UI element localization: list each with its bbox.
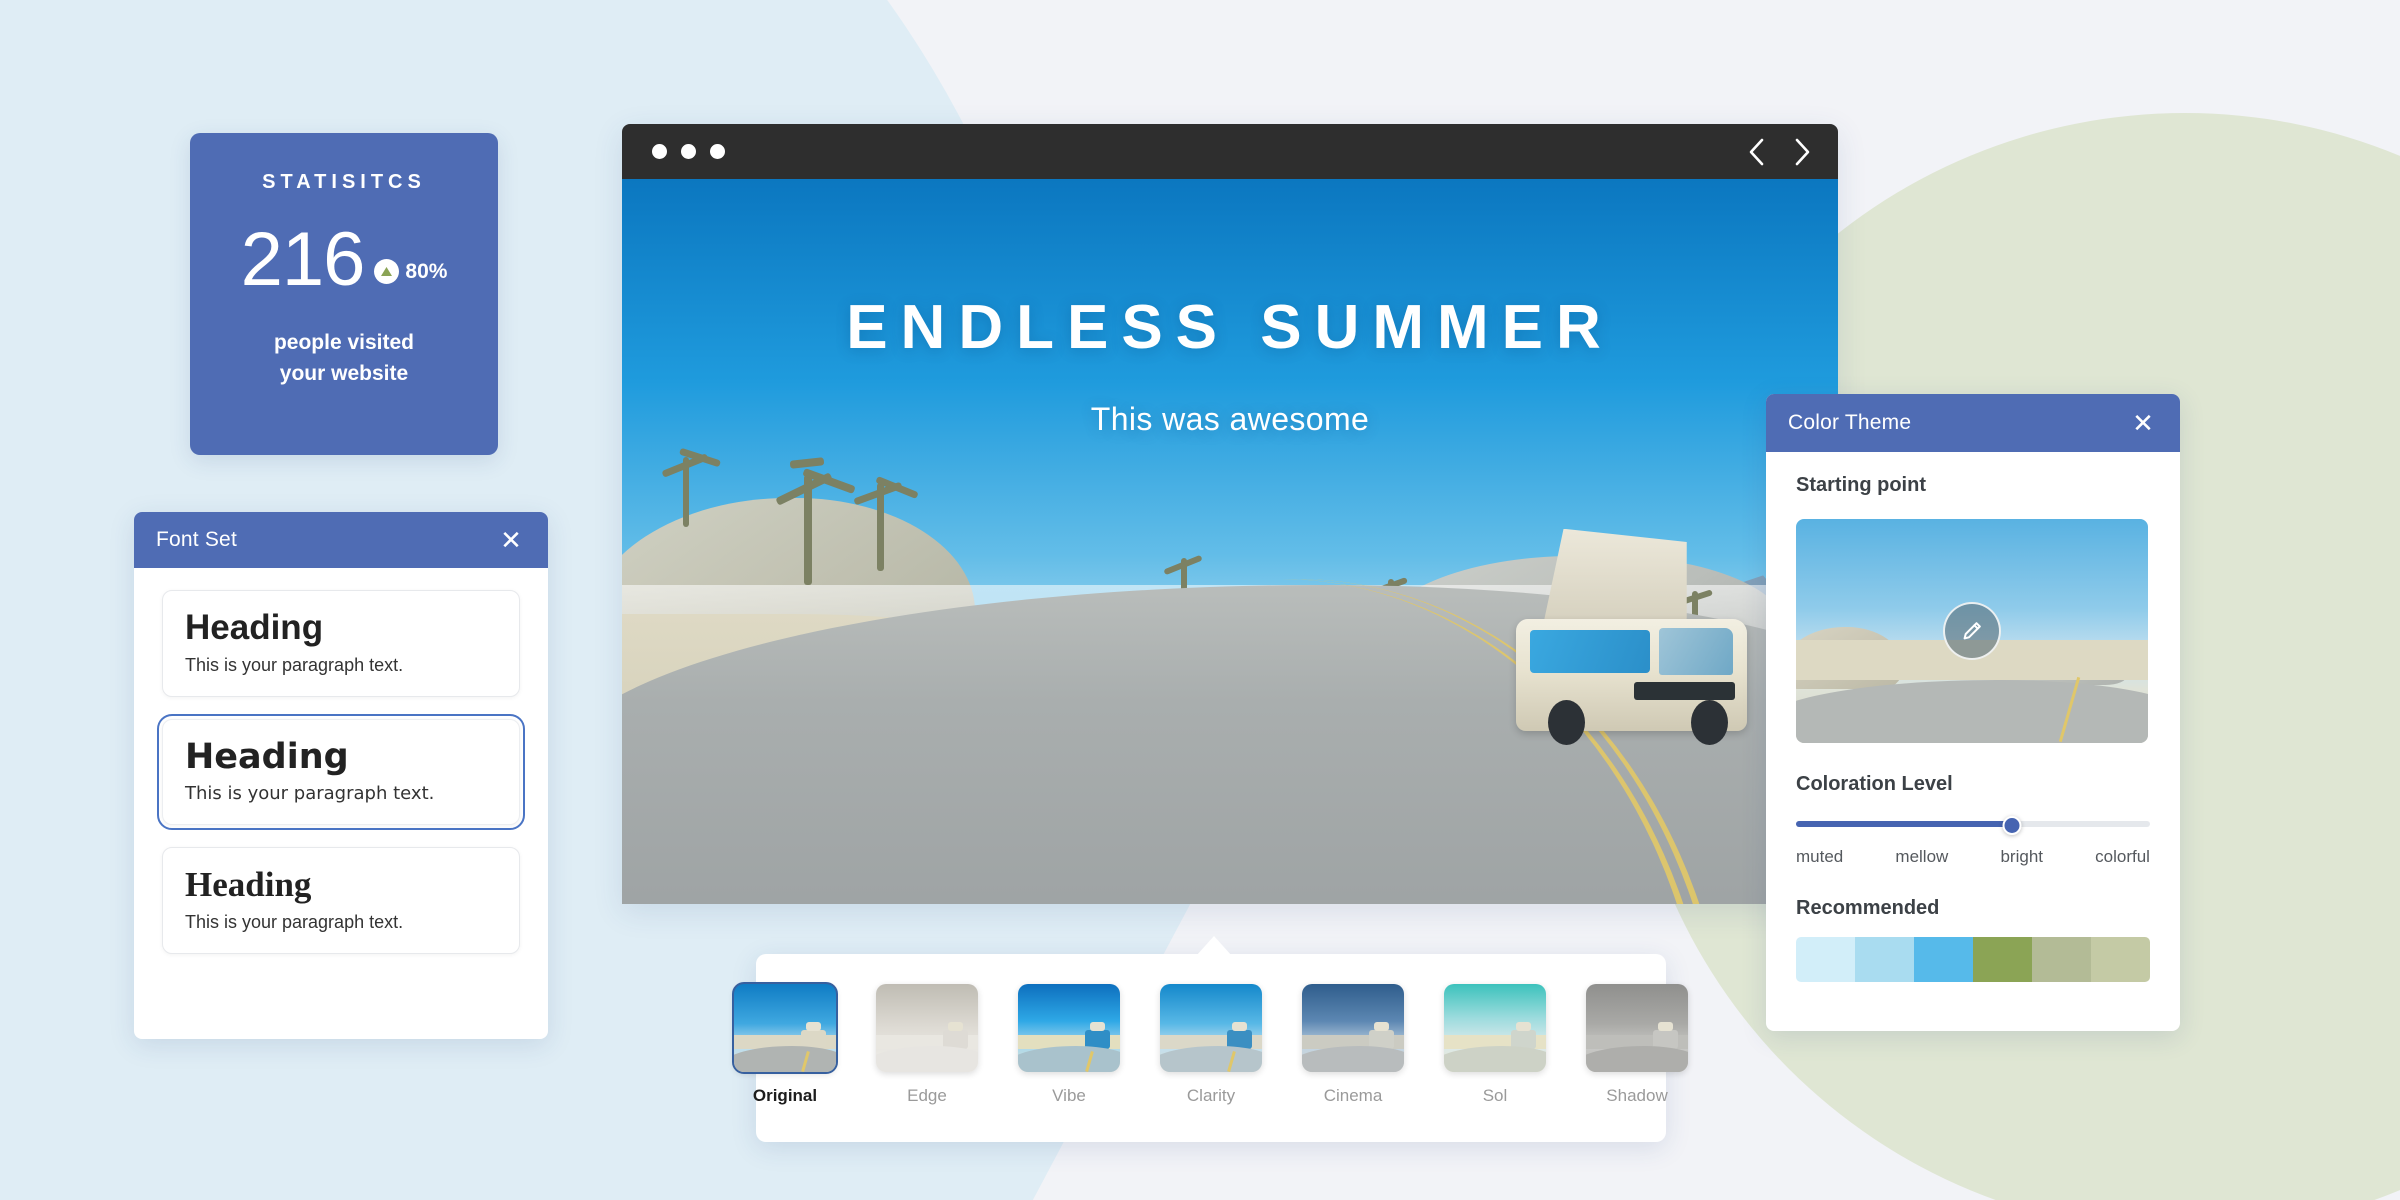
palette-swatch-2[interactable] xyxy=(1855,937,1914,982)
van-front-wheel xyxy=(1691,699,1729,745)
hero-title: ENDLESS SUMMER xyxy=(846,293,1614,362)
starting-point-label: Starting point xyxy=(1796,474,1926,496)
camper-van xyxy=(1515,520,1747,745)
close-icon[interactable]: ✕ xyxy=(496,525,526,555)
statistics-card: STATISITCS 216 80% people visited your w… xyxy=(190,133,498,455)
pencil-icon[interactable] xyxy=(1943,602,2001,660)
van-windshield xyxy=(1659,627,1733,675)
van-side-window xyxy=(1529,629,1650,673)
filter-label: Vibe xyxy=(1052,1086,1086,1105)
filter-item-sol[interactable]: Sol xyxy=(1444,984,1546,1106)
filter-label: Shadow xyxy=(1606,1086,1668,1105)
slider-label-mellow: mellow xyxy=(1895,847,1949,866)
filter-label: Original xyxy=(752,1086,818,1105)
color-theme-body: Starting point Coloration Level muted me… xyxy=(1766,452,2180,982)
filter-item-cinema[interactable]: Cinema xyxy=(1302,984,1404,1106)
chevron-right-icon[interactable] xyxy=(1792,137,1812,167)
color-theme-title: Color Theme xyxy=(1788,411,1912,434)
filter-label: Cinema xyxy=(1323,1086,1383,1105)
van-pop-top xyxy=(1543,528,1687,624)
font-option-heading: Heading xyxy=(185,736,349,777)
van-rear-wheel xyxy=(1548,699,1586,745)
font-option-paragraph: This is your paragraph text. xyxy=(185,654,404,675)
slider-fill xyxy=(1796,821,2012,827)
filter-label: Clarity xyxy=(1186,1086,1236,1105)
statistics-caption-line2: your website xyxy=(279,361,409,385)
palette-swatch-4[interactable] xyxy=(1973,937,2032,982)
filter-thumbnail xyxy=(1302,984,1404,1072)
filter-label: Sol xyxy=(1482,1086,1508,1105)
filter-thumbnail xyxy=(1444,984,1546,1072)
color-theme-titlebar: Color Theme ✕ xyxy=(1766,394,2180,452)
font-option-1[interactable]: Heading This is your paragraph text. xyxy=(162,590,520,697)
close-icon[interactable]: ✕ xyxy=(2128,408,2158,438)
coloration-level-label: Coloration Level xyxy=(1796,773,1953,795)
filter-thumbnail xyxy=(732,982,838,1074)
font-set-titlebar: Font Set ✕ xyxy=(134,512,548,568)
statistics-caption-line1: people visited xyxy=(273,331,415,355)
window-dot-close[interactable] xyxy=(652,144,667,159)
palette-swatch-5[interactable] xyxy=(2032,937,2091,982)
filter-thumbnail xyxy=(1160,984,1262,1072)
filter-thumbnail xyxy=(1586,984,1688,1072)
triangle-up-icon xyxy=(374,259,400,285)
slider-label-muted: muted xyxy=(1796,847,1844,866)
filter-strip: Original Edge Vibe Clarity Cinema Sol Sh… xyxy=(732,954,1688,1142)
recommended-palette xyxy=(1796,937,2150,982)
slider-handle[interactable] xyxy=(2002,816,2022,835)
font-option-paragraph: This is your paragraph text. xyxy=(185,911,404,932)
browser-window: ENDLESS SUMMER This was awesome xyxy=(622,124,1838,904)
starting-point-thumbnail[interactable] xyxy=(1796,519,2148,743)
van-grille xyxy=(1633,681,1736,700)
filter-label: Edge xyxy=(907,1086,947,1105)
palette-swatch-6[interactable] xyxy=(2091,937,2150,982)
window-dot-minimize[interactable] xyxy=(681,144,696,159)
hero-subtitle: This was awesome xyxy=(1090,401,1370,437)
statistics-value-row: 216 80% xyxy=(240,217,448,302)
slider-tick-labels: muted mellow bright colorful xyxy=(1796,847,2150,867)
palette-swatch-1[interactable] xyxy=(1796,937,1855,982)
font-option-heading: Heading xyxy=(185,608,324,647)
filter-item-shadow[interactable]: Shadow xyxy=(1586,984,1688,1106)
slide-navigation xyxy=(1746,137,1812,167)
traffic-lights xyxy=(652,144,725,159)
slider-label-bright: bright xyxy=(2000,847,2043,866)
statistics-delta: 80% xyxy=(374,259,447,294)
filter-item-vibe[interactable]: Vibe xyxy=(1018,984,1120,1106)
color-theme-panel: Color Theme ✕ Starting point Coloration … xyxy=(1766,394,2180,1031)
font-option-3[interactable]: Heading This is your paragraph text. xyxy=(162,847,520,954)
chevron-left-icon[interactable] xyxy=(1746,137,1766,167)
statistics-number: 216 xyxy=(240,217,366,302)
font-option-heading: Heading xyxy=(185,865,312,904)
filter-thumbnail xyxy=(1018,984,1120,1072)
coloration-slider[interactable] xyxy=(1796,816,2150,835)
browser-titlebar xyxy=(622,124,1838,179)
font-set-panel: Font Set ✕ Heading This is your paragrap… xyxy=(134,512,548,1039)
filter-strip-pointer xyxy=(1196,936,1232,956)
hero-image: ENDLESS SUMMER This was awesome xyxy=(622,179,1838,904)
slider-label-colorful: colorful xyxy=(2095,847,2150,866)
font-set-title: Font Set xyxy=(156,528,237,551)
font-option-2[interactable]: Heading This is your paragraph text. xyxy=(157,713,525,830)
filter-item-edge[interactable]: Edge xyxy=(876,984,978,1106)
statistics-delta-percent: 80% xyxy=(405,259,448,283)
filter-item-clarity[interactable]: Clarity xyxy=(1160,984,1262,1106)
filter-item-original[interactable]: Original xyxy=(732,982,838,1106)
statistics-title: STATISITCS xyxy=(262,171,426,193)
window-dot-maximize[interactable] xyxy=(710,144,725,159)
recommended-label: Recommended xyxy=(1796,897,1940,919)
font-option-paragraph: This is your paragraph text. xyxy=(185,783,435,804)
hero-text-block: ENDLESS SUMMER This was awesome xyxy=(622,297,1838,438)
font-set-options: Heading This is your paragraph text. Hea… xyxy=(134,568,548,976)
statistics-caption: people visited your website xyxy=(274,328,414,389)
filter-thumbnail xyxy=(876,984,978,1072)
palette-swatch-3[interactable] xyxy=(1914,937,1973,982)
